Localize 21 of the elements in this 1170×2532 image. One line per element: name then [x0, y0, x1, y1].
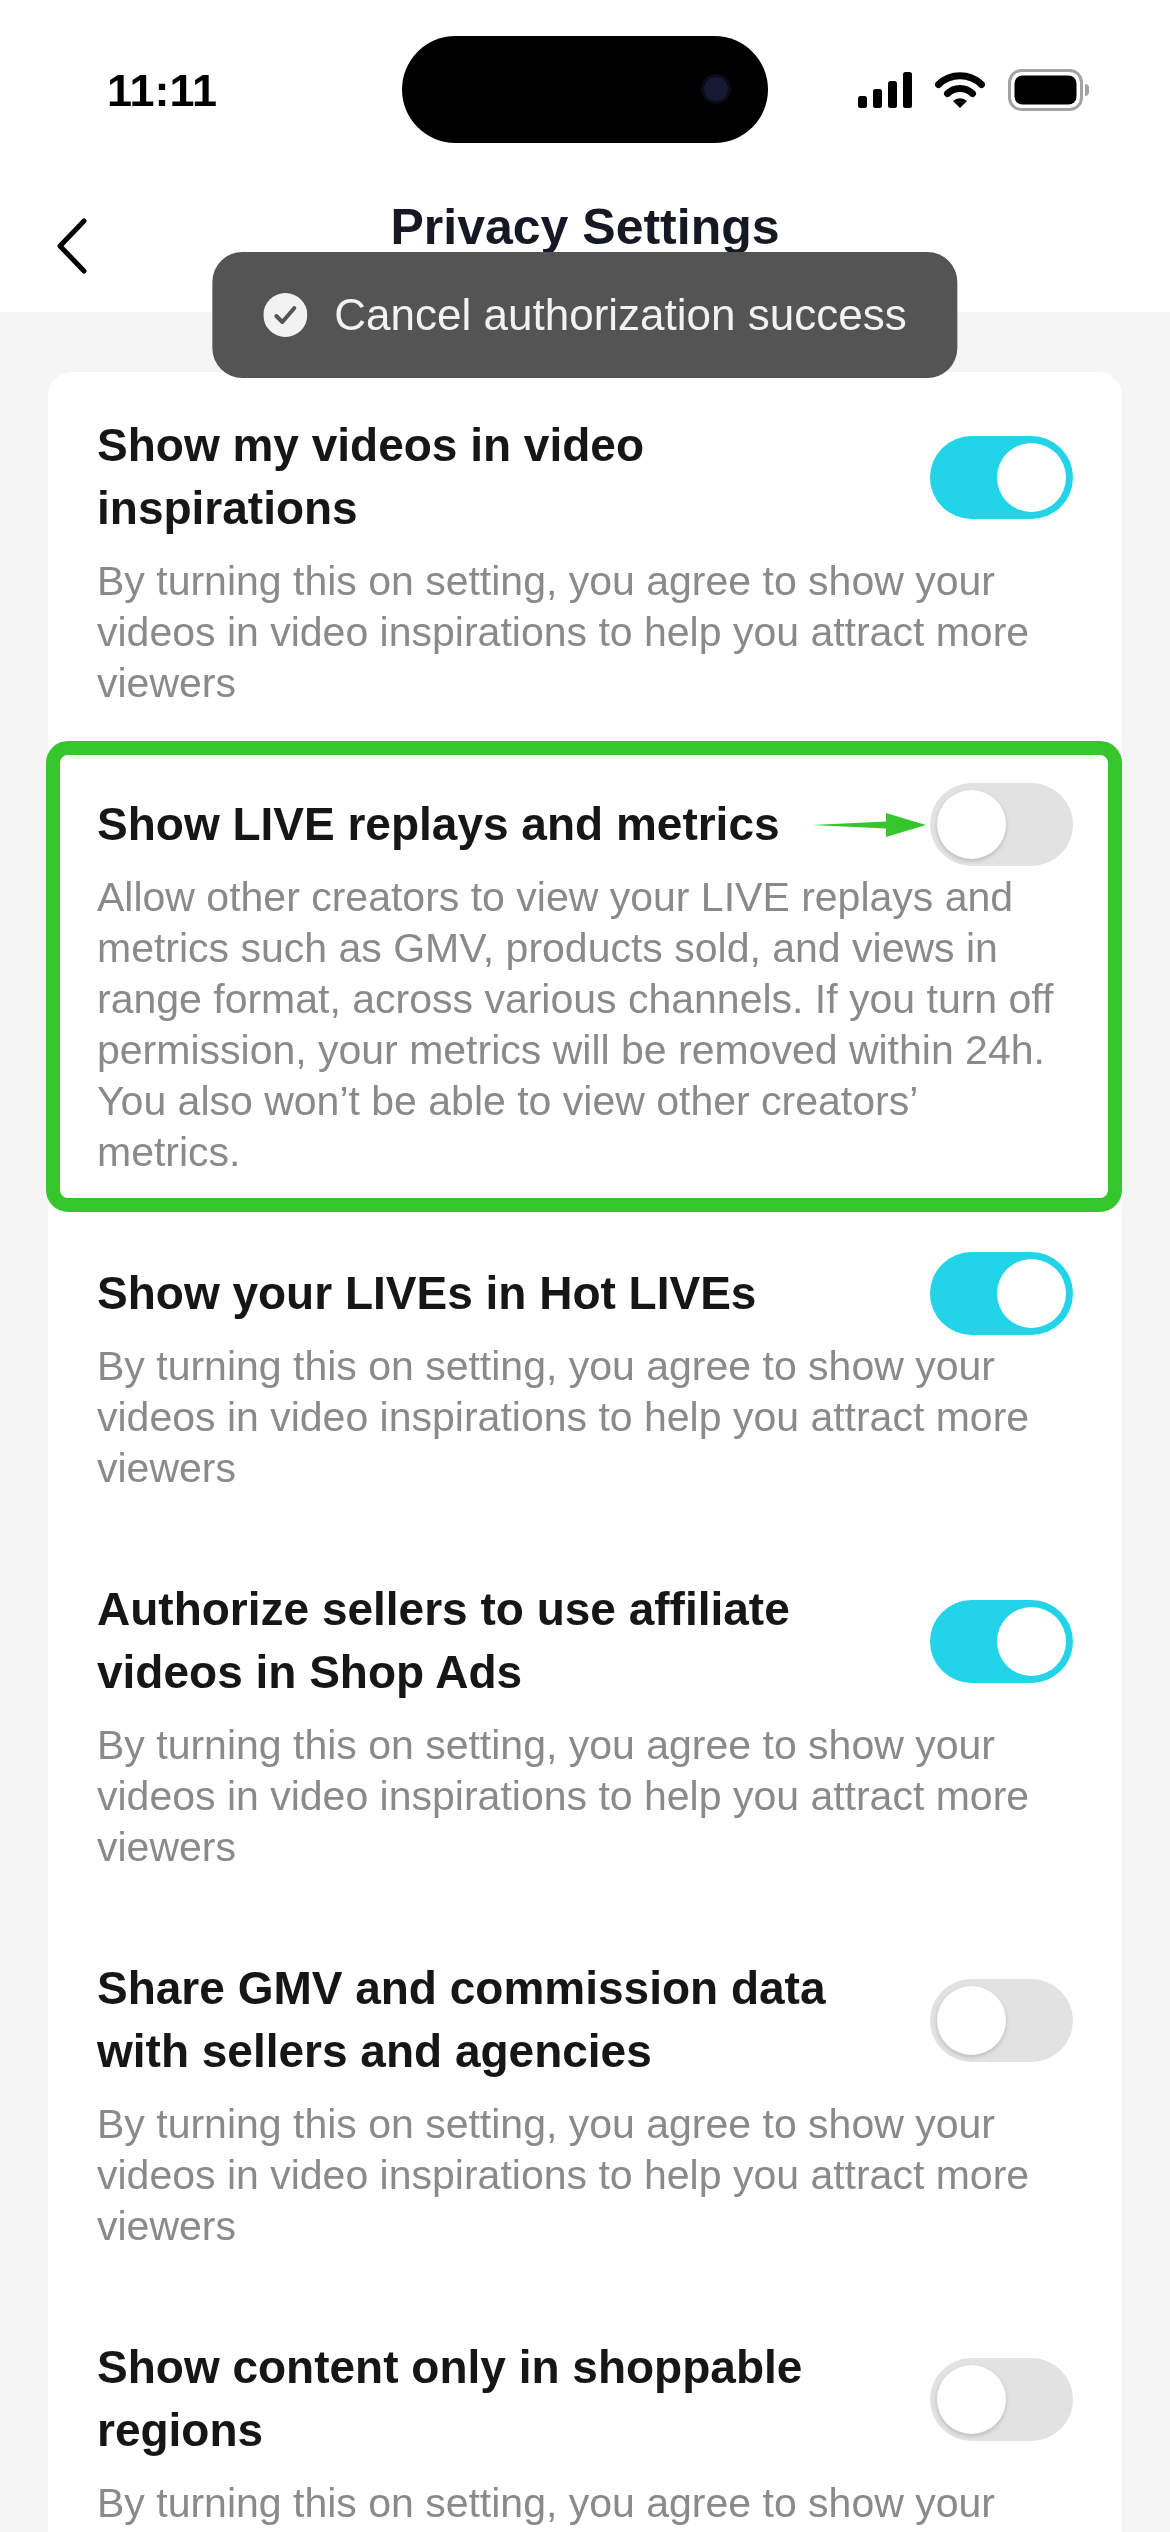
- setting-title: Share GMV and commission data with sellers and agencies: [97, 1961, 827, 2079]
- status-time: 11:11: [107, 64, 218, 116]
- page-title: Privacy Settings: [390, 202, 780, 252]
- signal-bars-icon: [858, 72, 912, 108]
- setting-description: By turning this on setting, you agree to show your videos in video inspirations to help you attract more viewers: [97, 1721, 1031, 1872]
- setting-description: Allow other creators to view your LIVE replays and metrics such as GMV, products sold, and views in range format, across various channels. If you turn off permission, your metrics will be removed within 24h. You also won’t be able to view other creators’ metrics.: [97, 873, 1055, 1177]
- setting-title: Show my videos in video inspirations: [97, 418, 645, 536]
- setting-description: By turning this on setting, you agree to show your videos in video inspirations to help you attract more viewers: [97, 557, 1031, 708]
- camera-lens-icon: [701, 74, 731, 104]
- setting-description: By turning this on setting, you agree to show your videos in video inspirations to help you attract more viewers: [97, 2100, 1031, 2251]
- toast-message: Cancel authorization success: [334, 289, 907, 341]
- setting-title: Authorize sellers to use affiliate videos in Shop Ads: [97, 1582, 791, 1700]
- setting-title: Show your LIVEs in Hot LIVEs: [97, 1266, 758, 1321]
- setting-title: Show content only in shoppable regions: [97, 2340, 804, 2458]
- back-chevron-icon: [56, 218, 88, 274]
- battery-icon: [1008, 69, 1090, 111]
- check-circle-icon: [263, 293, 308, 337]
- wifi-icon: [934, 71, 986, 109]
- setting-description: By turning this on setting, you agree to show your videos in video inspirations to help you attract more viewers: [97, 1342, 1031, 1493]
- setting-description: By turning this on setting, you agree to show your: [97, 2479, 996, 2528]
- setting-title: Show LIVE replays and metrics: [97, 797, 781, 852]
